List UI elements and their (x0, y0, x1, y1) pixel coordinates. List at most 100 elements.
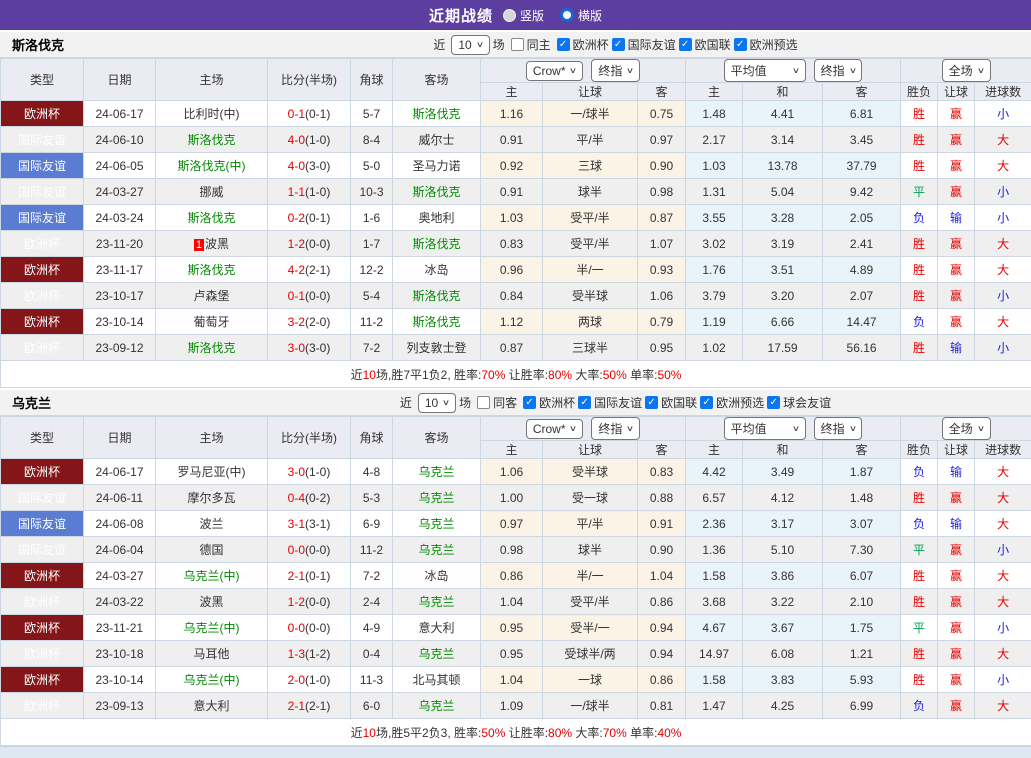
league-0-checked-checkbox[interactable]: ✓ (557, 38, 570, 51)
full-score: 0-0 (288, 543, 305, 557)
league-type-cell: 欧洲杯 (1, 257, 84, 283)
horizontal-layout-radio[interactable]: 横版 (560, 7, 602, 24)
league-0-checked-checkbox[interactable]: ✓ (523, 396, 536, 409)
same-venue-unchecked-checkbox[interactable] (511, 38, 524, 51)
recent-count-select-value: 10 (458, 38, 471, 52)
league-1-checked-checkbox[interactable]: ✓ (578, 396, 591, 409)
away-team-name: 冰岛 (424, 263, 448, 277)
home-team-name: 摩尔多瓦 (187, 491, 235, 505)
match-row: 欧洲杯24-06-17比利时(中)0-1(0-1)5-7斯洛伐克1.16一/球半… (1, 101, 1031, 127)
handicap-line: 受球半/两 (543, 641, 638, 667)
result-handicap-value: 赢 (950, 263, 962, 277)
league-3-checked-checkbox[interactable]: ✓ (734, 38, 747, 51)
avg-home-odds: 3.55 (686, 205, 743, 231)
odds-column-header: 主 (686, 83, 743, 101)
handicap-away-odds: 0.86 (638, 667, 686, 693)
match-row: 国际友谊24-06-10斯洛伐克4-0(1-0)8-4威尔士0.91平/半0.9… (1, 127, 1031, 153)
result-outcome-value: 负 (913, 211, 925, 225)
summary-segment: 场,胜7平1负2, 胜率: (376, 368, 481, 382)
result-outcome-value: 胜 (913, 569, 925, 583)
scope-select-cell: 全场∨ (901, 417, 1031, 441)
average-stage-select-value: 终指 (821, 420, 845, 437)
handicap-away-odds: 0.90 (638, 153, 686, 179)
result-outcome: 胜 (901, 589, 938, 615)
avg-home-odds: 1.47 (686, 693, 743, 719)
home-team-name: 德国 (199, 543, 223, 557)
average-select[interactable]: 平均值∨ (724, 59, 806, 82)
bookmaker-select[interactable]: Crow*∨ (526, 61, 584, 81)
away-team-name: 斯洛伐克 (412, 237, 460, 251)
result-outcome: 胜 (901, 335, 938, 361)
full-score: 0-1 (288, 107, 305, 121)
result-handicap: 赢 (938, 537, 975, 563)
recent-count-select[interactable]: 10∨ (451, 35, 489, 55)
score-cell: 3-0(3-0) (268, 335, 351, 361)
league-filter-label: 国际友谊 (594, 394, 642, 411)
column-header: 客场 (393, 417, 481, 459)
result-goals: 大 (975, 641, 1031, 667)
full-score: 3-0 (288, 341, 305, 355)
home-team-cell: 乌克兰(中) (156, 667, 268, 693)
bookmaker-select[interactable]: Crow*∨ (526, 419, 584, 439)
scope-select[interactable]: 全场∨ (942, 417, 991, 440)
avg-home-odds: 1.58 (686, 563, 743, 589)
result-outcome: 胜 (901, 231, 938, 257)
avg-draw-odds: 3.86 (743, 563, 823, 589)
league-3-checked-checkbox[interactable]: ✓ (700, 396, 713, 409)
avg-home-odds: 1.31 (686, 179, 743, 205)
result-goals-value: 大 (997, 491, 1009, 505)
away-team-cell: 乌克兰 (393, 589, 481, 615)
avg-draw-odds: 3.83 (743, 667, 823, 693)
date-cell: 24-06-08 (84, 511, 156, 537)
match-row: 欧洲杯23-11-17斯洛伐克4-2(2-1)12-2冰岛0.96半/一0.93… (1, 257, 1031, 283)
scope-select[interactable]: 全场∨ (942, 59, 991, 82)
result-goals: 大 (975, 459, 1031, 485)
away-team-cell: 斯洛伐克 (393, 179, 481, 205)
handicap-home-odds: 0.91 (481, 179, 543, 205)
average-stage-select[interactable]: 终指∨ (814, 59, 863, 82)
result-handicap: 赢 (938, 615, 975, 641)
half-score: (3-0) (305, 159, 330, 173)
away-team-cell: 北马其顿 (393, 667, 481, 693)
handicap-away-odds: 0.83 (638, 459, 686, 485)
avg-away-odds: 1.75 (823, 615, 901, 641)
result-outcome-value: 胜 (913, 159, 925, 173)
result-goals: 大 (975, 153, 1031, 179)
average-stage-select[interactable]: 终指∨ (814, 417, 863, 440)
away-team-name: 乌克兰 (418, 491, 454, 505)
result-handicap-value: 赢 (950, 107, 962, 121)
scope-select-group: 全场∨ (902, 59, 1030, 82)
summary-cell: 近10场,胜5平2负3, 胜率:50% 让胜率:80% 大率:70% 单率:40… (1, 719, 1031, 746)
full-score: 4-0 (288, 159, 305, 173)
result-goals-value: 小 (997, 185, 1009, 199)
away-team-name: 乌克兰 (418, 647, 454, 661)
full-score: 3-2 (288, 315, 305, 329)
avg-away-odds: 6.07 (823, 563, 901, 589)
date-cell: 24-03-22 (84, 589, 156, 615)
league-2-checked-checkbox[interactable]: ✓ (679, 38, 692, 51)
team-name: 乌克兰 (0, 393, 200, 412)
league-1-checked-checkbox[interactable]: ✓ (612, 38, 625, 51)
column-header: 日期 (84, 417, 156, 459)
recent-count-select[interactable]: 10∨ (418, 393, 456, 413)
date-cell: 23-10-18 (84, 641, 156, 667)
home-team-cell: 波兰 (156, 511, 268, 537)
league-2-checked-checkbox[interactable]: ✓ (645, 396, 658, 409)
corner-cell: 5-3 (351, 485, 393, 511)
avg-home-odds: 3.79 (686, 283, 743, 309)
handicap-line: 受半球 (543, 283, 638, 309)
odds-stage-select[interactable]: 终指∨ (591, 417, 640, 440)
average-select[interactable]: 平均值∨ (724, 417, 806, 440)
handicap-home-odds: 1.12 (481, 309, 543, 335)
date-cell: 24-06-05 (84, 153, 156, 179)
handicap-line: 一/球半 (543, 101, 638, 127)
odds-stage-select[interactable]: 终指∨ (591, 59, 640, 82)
away-team-name: 威尔士 (418, 133, 454, 147)
corner-cell: 7-2 (351, 335, 393, 361)
league-4-checked-checkbox[interactable]: ✓ (767, 396, 780, 409)
column-header: 日期 (84, 59, 156, 101)
result-outcome: 胜 (901, 641, 938, 667)
same-venue-unchecked-checkbox[interactable] (477, 396, 490, 409)
team-section: 斯洛伐克近10∨场同主✓欧洲杯✓国际友谊✓欧国联✓欧洲预选类型日期主场比分(半场… (0, 30, 1031, 388)
vertical-layout-radio[interactable]: 竖版 (503, 7, 544, 24)
